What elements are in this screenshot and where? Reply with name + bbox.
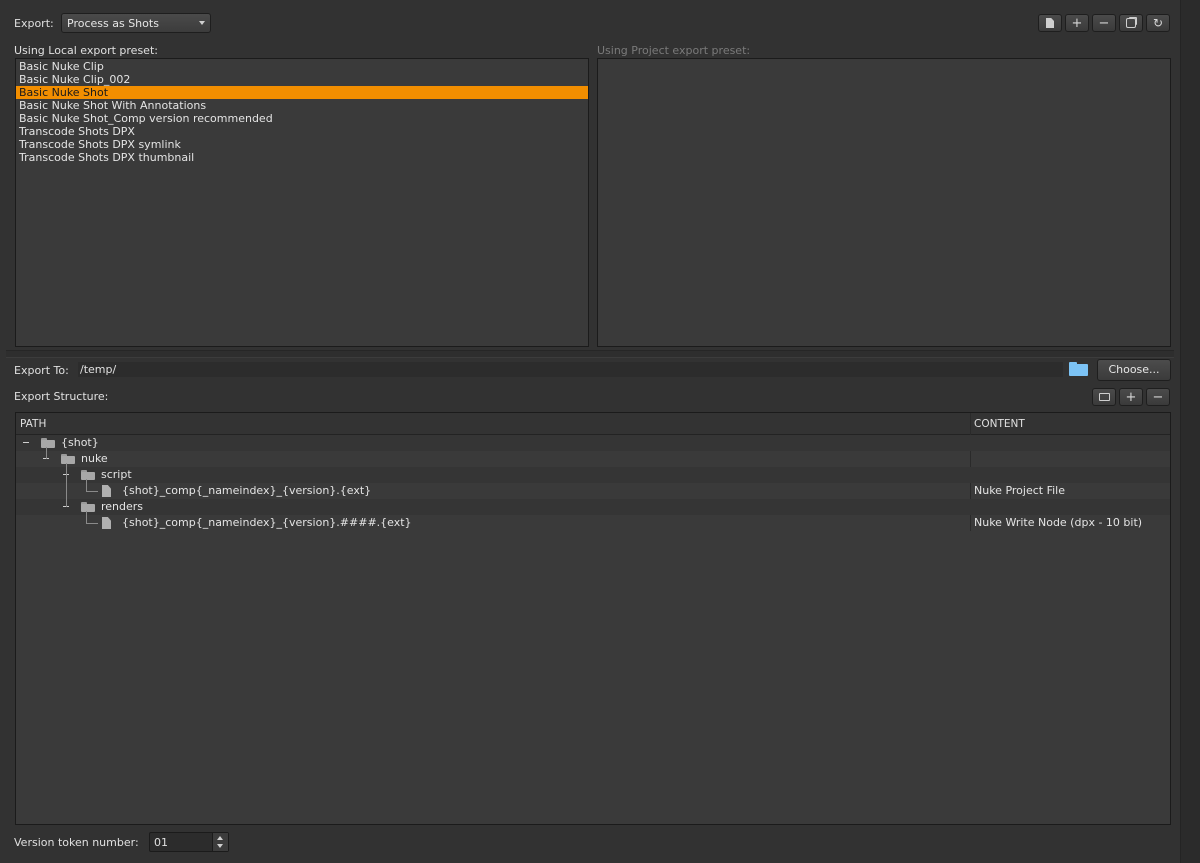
folder-icon — [41, 438, 55, 448]
tree-row-path: {shot} — [61, 436, 99, 449]
export-structure-label: Export Structure: — [14, 390, 109, 403]
preset-item[interactable]: Basic Nuke Clip — [16, 60, 588, 73]
folder-icon[interactable] — [1069, 362, 1088, 376]
choose-button[interactable]: Choose... — [1097, 359, 1171, 381]
tree-row-path: renders — [101, 500, 144, 513]
preset-item[interactable]: Transcode Shots DPX symlink — [16, 138, 588, 151]
tree-guide-line — [86, 491, 98, 492]
tree-guide-line — [86, 523, 98, 524]
local-presets-list[interactable]: Basic Nuke Clip Basic Nuke Clip_002 Basi… — [15, 58, 589, 347]
document-icon — [1046, 18, 1054, 28]
spinbox-arrows[interactable] — [212, 833, 228, 851]
remove-preset-button[interactable]: − — [1092, 14, 1116, 32]
preset-item[interactable]: Transcode Shots DPX thumbnail — [16, 151, 588, 164]
add-folder-icon — [1098, 393, 1110, 401]
collapse-icon[interactable] — [22, 439, 30, 447]
chevron-down-icon — [199, 21, 205, 25]
project-presets-label: Using Project export preset: — [597, 44, 751, 57]
export-structure-tree[interactable]: PATH CONTENT {shot} nuke script {shot}_c… — [15, 412, 1171, 825]
version-token-spinbox[interactable]: 01 — [149, 832, 229, 852]
remove-item-button[interactable]: − — [1146, 388, 1170, 406]
tree-guide-line — [86, 479, 87, 491]
tree-row-path: {shot}_comp{_nameindex}_{version}.{ext} — [122, 484, 372, 497]
splitter-handle[interactable] — [6, 350, 1174, 358]
add-folder-button[interactable] — [1092, 388, 1116, 406]
version-token-value[interactable]: 01 — [154, 836, 168, 849]
tree-row-content: Nuke Project File — [974, 484, 1065, 497]
tree-row-content: Nuke Write Node (dpx - 10 bit) — [974, 516, 1143, 529]
preset-item[interactable]: Transcode Shots DPX — [16, 125, 588, 138]
window-scrollbar[interactable] — [1180, 0, 1200, 863]
export-path-field[interactable]: /temp/ — [78, 362, 1063, 377]
copy-icon — [1126, 18, 1136, 28]
file-icon — [102, 485, 111, 497]
tree-guide-line — [46, 447, 47, 459]
folder-icon — [61, 454, 75, 464]
add-preset-button[interactable]: + — [1065, 14, 1089, 32]
minus-icon: − — [1152, 389, 1164, 405]
export-label: Export: — [14, 17, 54, 30]
tree-guide-line — [66, 463, 67, 507]
export-processor-dropdown[interactable]: Process as Shots — [61, 13, 211, 33]
new-preset-button[interactable] — [1038, 14, 1062, 32]
plus-icon: + — [1125, 389, 1137, 405]
arrow-up-icon[interactable] — [217, 836, 223, 840]
tree-guide-line — [86, 511, 87, 523]
tree-row-path: script — [101, 468, 132, 481]
plus-icon: + — [1071, 15, 1083, 31]
export-to-label: Export To: — [14, 364, 69, 377]
copy-preset-button[interactable] — [1119, 14, 1143, 32]
preset-toolbar: + − ↻ — [1038, 14, 1170, 32]
preset-item[interactable]: Basic Nuke Shot_Comp version recommended — [16, 112, 588, 125]
tree-row[interactable]: nuke — [16, 451, 1170, 467]
minus-icon: − — [1098, 15, 1110, 31]
revert-preset-button[interactable]: ↻ — [1146, 14, 1170, 32]
project-presets-list[interactable] — [597, 58, 1171, 347]
version-token-label: Version token number: — [14, 836, 139, 849]
add-item-button[interactable]: + — [1119, 388, 1143, 406]
tree-row-path: {shot}_comp{_nameindex}_{version}.####.{… — [122, 516, 412, 529]
tree-row[interactable]: {shot}_comp{_nameindex}_{version}.####.{… — [16, 515, 1170, 531]
tree-row[interactable]: script — [16, 467, 1170, 483]
preset-item[interactable]: Basic Nuke Clip_002 — [16, 73, 588, 86]
folder-icon — [81, 502, 95, 512]
tree-header: PATH CONTENT — [16, 413, 1170, 435]
file-icon — [102, 517, 111, 529]
tree-row[interactable]: {shot} — [16, 435, 1170, 451]
column-header-content[interactable]: CONTENT — [974, 418, 1025, 430]
arrow-down-icon[interactable] — [217, 844, 223, 848]
structure-toolbar: + − — [1092, 388, 1170, 406]
tree-row[interactable]: renders — [16, 499, 1170, 515]
tree-row-path: nuke — [81, 452, 108, 465]
folder-icon — [81, 470, 95, 480]
export-processor-value: Process as Shots — [67, 17, 159, 30]
preset-item-selected[interactable]: Basic Nuke Shot — [16, 86, 588, 99]
refresh-icon: ↻ — [1152, 16, 1164, 30]
tree-row[interactable]: {shot}_comp{_nameindex}_{version}.{ext} … — [16, 483, 1170, 499]
preset-item[interactable]: Basic Nuke Shot With Annotations — [16, 99, 588, 112]
column-header-path[interactable]: PATH — [20, 418, 46, 430]
local-presets-label: Using Local export preset: — [14, 44, 158, 57]
